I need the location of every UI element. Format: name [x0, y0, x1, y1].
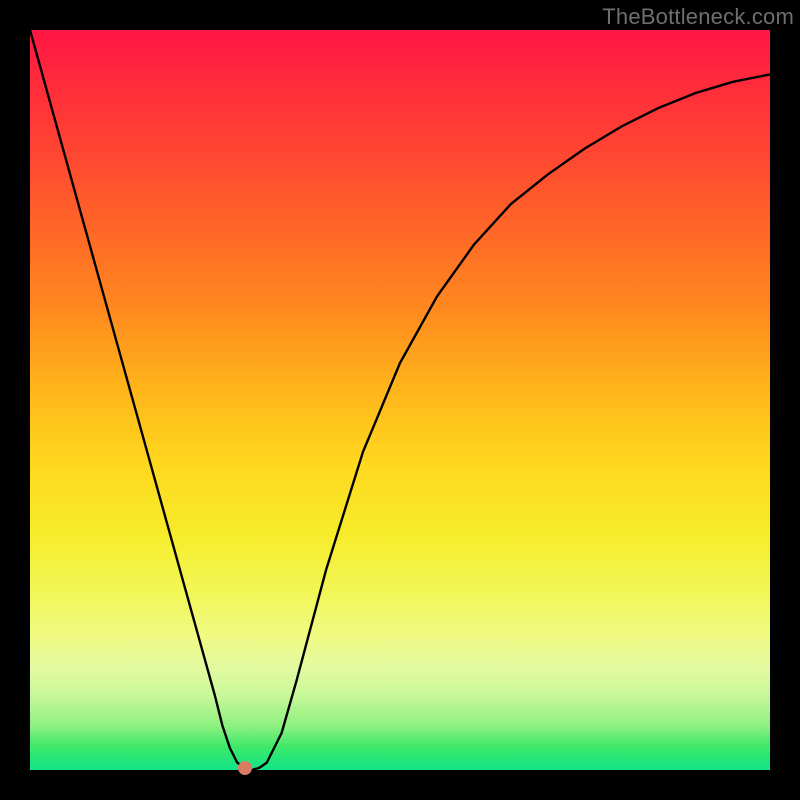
curve-path — [30, 30, 770, 770]
chart-frame: TheBottleneck.com — [0, 0, 800, 800]
current-point-marker — [238, 761, 252, 775]
watermark-text: TheBottleneck.com — [602, 4, 794, 30]
bottleneck-curve — [30, 30, 770, 770]
plot-area — [30, 30, 770, 770]
